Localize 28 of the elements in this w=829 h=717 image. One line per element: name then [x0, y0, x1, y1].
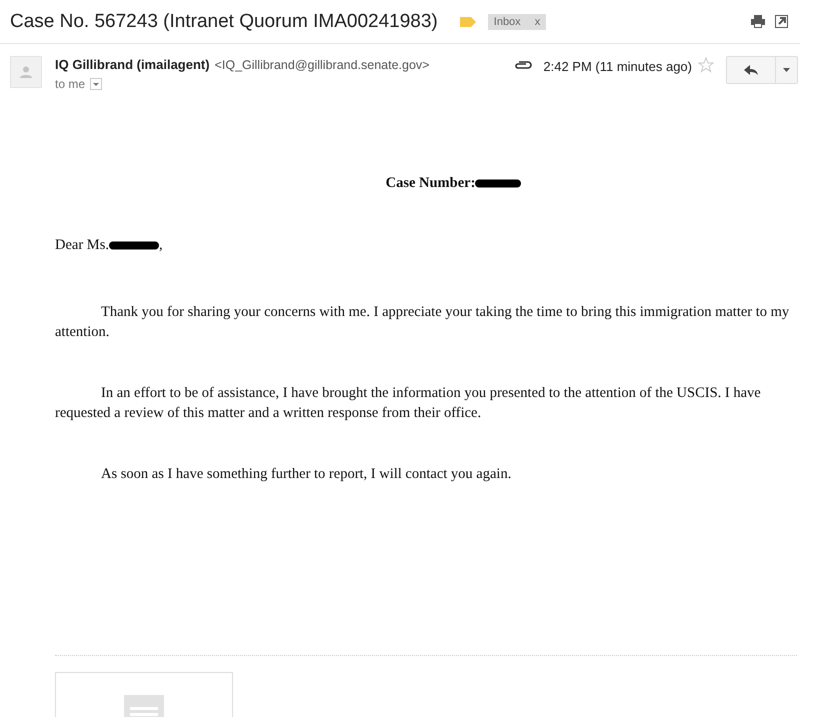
- sender-name: IQ Gillibrand (imailagent): [55, 57, 210, 72]
- salutation: Dear Ms.: [55, 237, 109, 253]
- sent-time: 2:42 PM (11 minutes ago): [543, 59, 692, 74]
- salutation-comma: ,: [158, 237, 163, 253]
- redaction-mark: [475, 179, 522, 188]
- case-number-label: Case Number:: [386, 175, 476, 191]
- label-tag-icon: [460, 16, 476, 28]
- redaction-mark: [108, 241, 159, 250]
- email-subject: Case No. 567243 (Intranet Quorum IMA00241983): [10, 10, 438, 32]
- paperclip-icon: [514, 61, 532, 71]
- sender-email: <IQ_Gillibrand@gillibrand.senate.gov>: [214, 58, 430, 72]
- letter-paragraph: Thank you for sharing your concerns with me. I appreciate your taking the time to bring this immigration matter to my attention.: [55, 303, 790, 342]
- letter-paragraph: As soon as I have something further to report, I will contact you again.: [100, 465, 512, 484]
- print-icon[interactable]: [751, 15, 765, 28]
- inbox-label: Inbox x: [488, 14, 546, 30]
- more-button[interactable]: [776, 56, 798, 84]
- letter-paragraph: In an effort to be of assistance, I have brought the information you presented to the attention of the USCIS. I have requested a review of this matter and a written response from their office.: [55, 384, 762, 423]
- document-icon: [124, 695, 164, 717]
- caret-icon: [93, 82, 100, 86]
- reply-arrow-icon: [744, 65, 758, 75]
- caret-icon: [783, 68, 790, 72]
- reply-button[interactable]: [726, 56, 776, 84]
- recipient-text: to me: [55, 77, 86, 91]
- details-dropdown[interactable]: [90, 78, 102, 90]
- new-window-icon[interactable]: [775, 15, 788, 28]
- remove-label-button[interactable]: x: [534, 16, 540, 28]
- person-icon: [20, 66, 32, 78]
- star-icon[interactable]: [698, 57, 714, 73]
